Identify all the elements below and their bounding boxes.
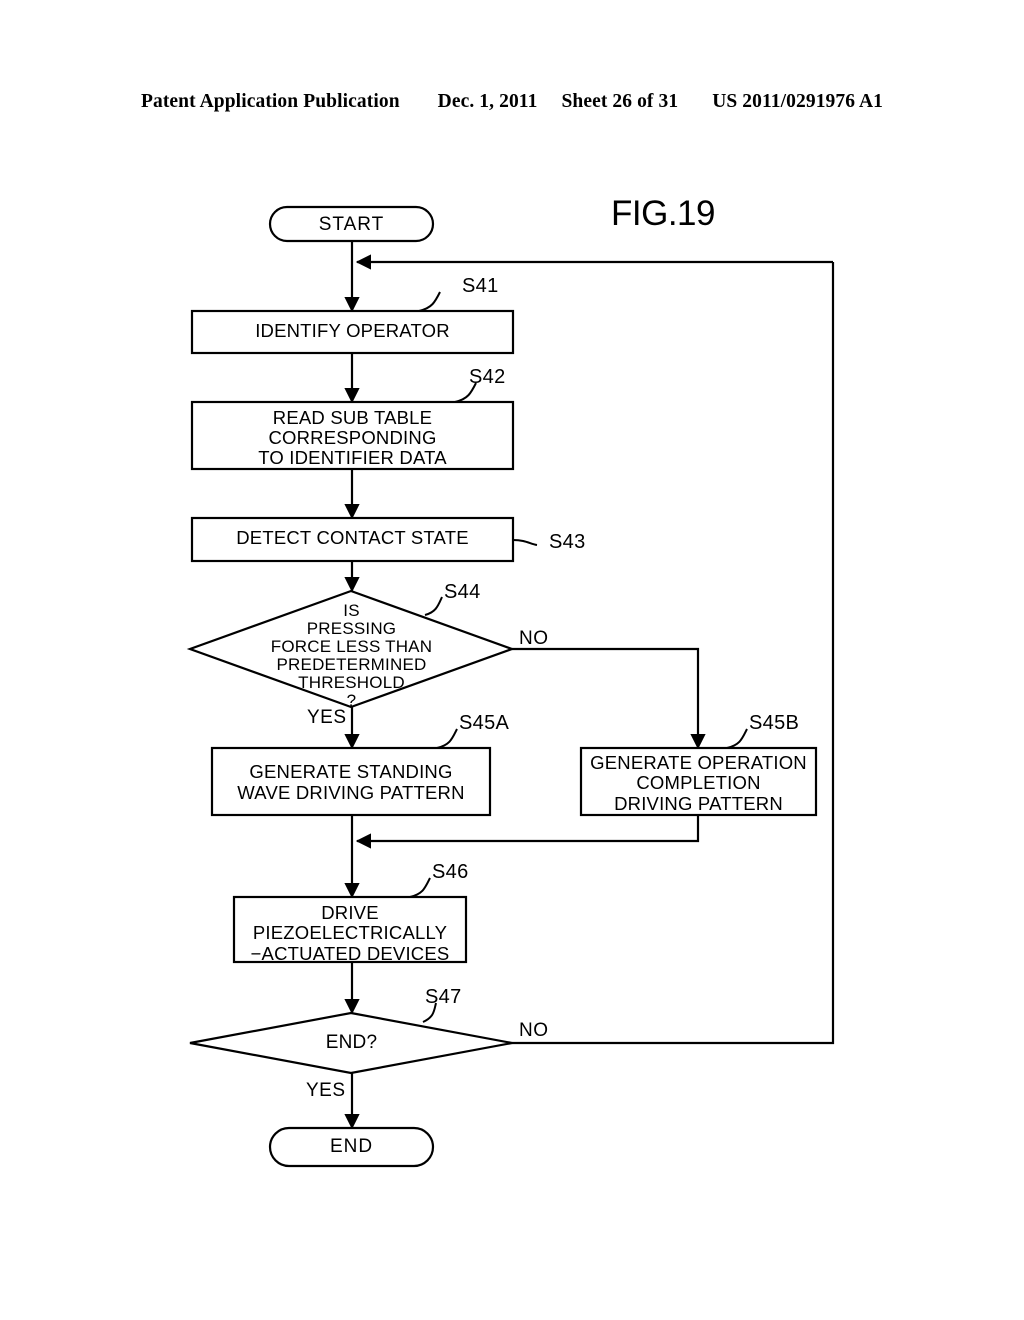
node-s43-shape [190, 516, 515, 563]
leader-s44 [424, 596, 443, 616]
branch-label-s47-yes: YES [306, 1080, 346, 1101]
step-label-s44: S44 [444, 581, 481, 603]
node-s42-shape [190, 400, 515, 471]
leader-s43 [512, 539, 538, 546]
edge-s45b-merge [355, 815, 700, 849]
leader-s45a [436, 728, 458, 749]
node-s47-shape [189, 1011, 513, 1075]
step-label-s46: S46 [432, 861, 469, 883]
step-label-s42: S42 [469, 366, 506, 388]
node-s45a-shape [210, 746, 492, 817]
leader-s46 [409, 877, 431, 898]
node-s41-shape [190, 309, 515, 355]
step-label-s47: S47 [425, 986, 462, 1008]
edge-s47-no-loop [512, 262, 835, 1045]
branch-label-s44-yes: YES [307, 707, 347, 728]
edge-s44-no-to-s45b [512, 647, 706, 750]
node-s44-shape [186, 589, 516, 709]
branch-label-s47-no: NO [519, 1020, 549, 1041]
step-label-s45b: S45B [749, 712, 800, 734]
flowchart-diagram [0, 0, 1024, 1320]
leader-s45b [726, 728, 748, 749]
step-label-s43: S43 [549, 531, 586, 553]
leader-s41 [418, 291, 441, 312]
step-label-s41: S41 [462, 275, 499, 297]
node-s45b-shape [579, 746, 818, 817]
node-start-shape [268, 205, 435, 243]
step-label-s45a: S45A [459, 712, 510, 734]
node-end-shape [268, 1126, 435, 1168]
node-s46-shape [232, 895, 468, 964]
branch-label-s44-no: NO [519, 628, 549, 649]
